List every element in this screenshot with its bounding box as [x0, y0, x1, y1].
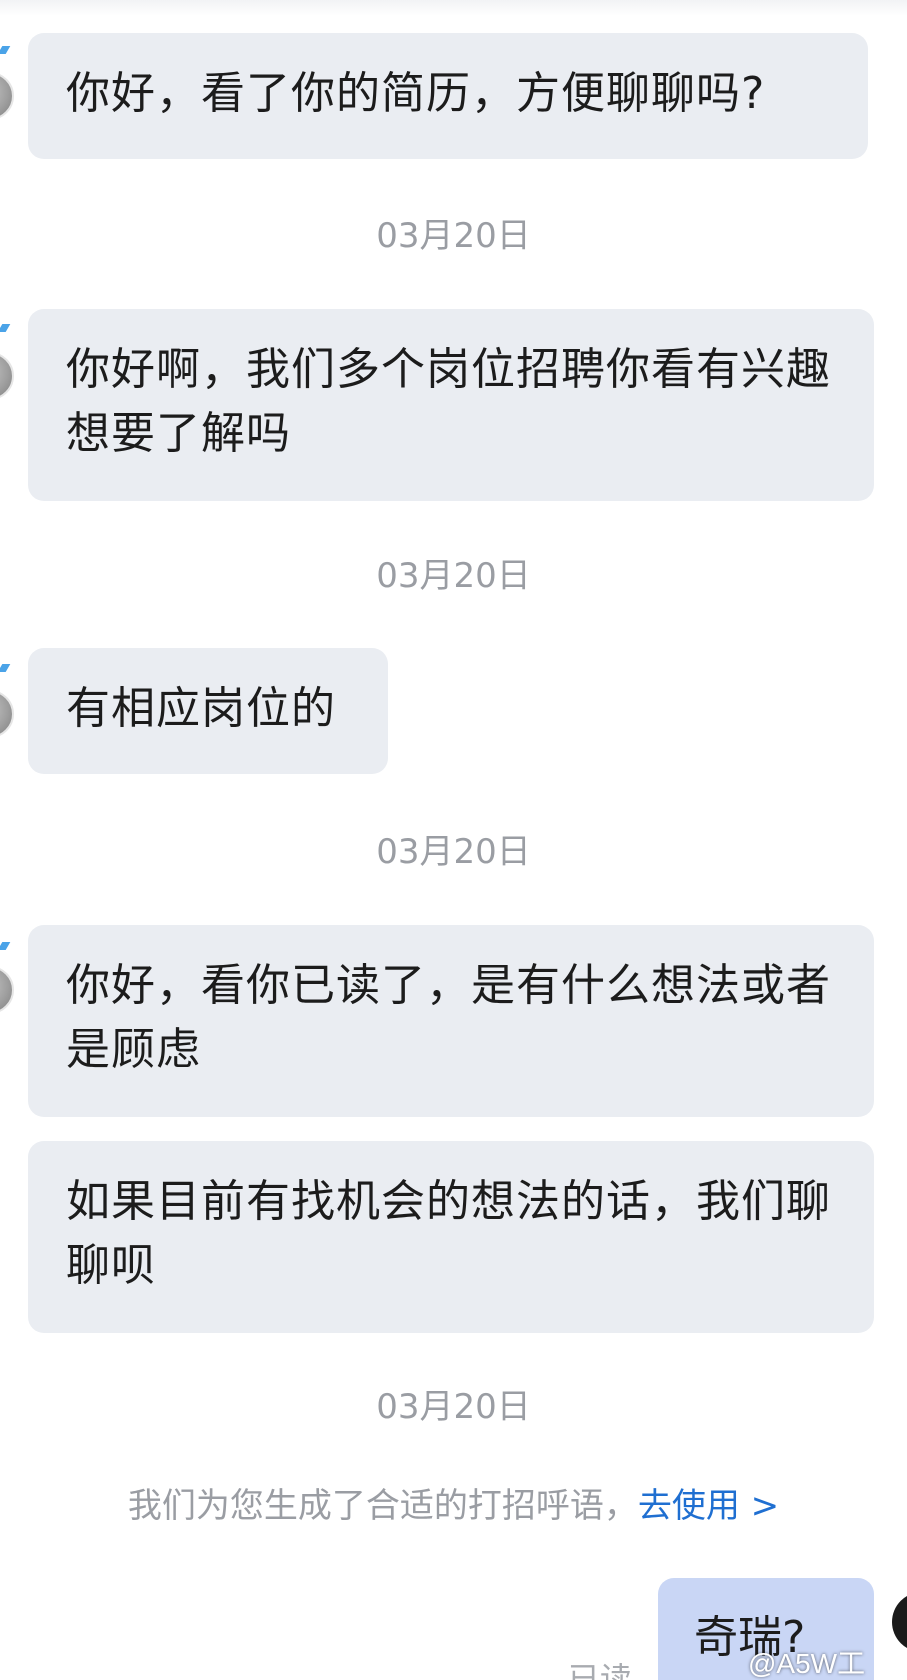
timestamp: 03月20日	[376, 1387, 531, 1427]
message-text: 有相应岗位的	[66, 683, 336, 734]
avatar-verified-icon	[0, 324, 11, 332]
timestamp: 03月20日	[376, 216, 531, 256]
use-suggestion-link[interactable]: 去使用 >	[638, 1486, 779, 1526]
chat-page: 你好，看了你的简历，方便聊聊吗? 03月20日 你好啊，我们多个岗位招聘你看有兴…	[0, 0, 907, 1680]
avatar-verified-icon	[0, 664, 11, 672]
top-bar-shadow	[0, 0, 907, 16]
recruiter-avatar[interactable]	[0, 72, 14, 120]
message-bubble[interactable]: 你好，看了你的简历，方便聊聊吗?	[28, 33, 868, 159]
message-bubble[interactable]: 如果目前有找机会的想法的话，我们聊聊呗	[28, 1141, 874, 1333]
message-text: 你好啊，我们多个岗位招聘你看有兴趣想要了解吗	[66, 344, 831, 459]
self-avatar[interactable]	[892, 1592, 907, 1652]
timestamp: 03月20日	[376, 832, 531, 872]
message-bubble[interactable]: 有相应岗位的	[28, 648, 388, 774]
message-text: 你好，看了你的简历，方便聊聊吗?	[66, 68, 766, 119]
greeting-suggestion: 我们为您生成了合适的打招呼语，去使用 >	[0, 1486, 907, 1526]
recruiter-avatar[interactable]	[0, 352, 14, 400]
message-bubble[interactable]: 你好，看你已读了，是有什么想法或者是顾虑	[28, 925, 874, 1117]
avatar-verified-icon	[0, 942, 11, 950]
watermark: @A5W工	[748, 1648, 866, 1679]
avatar-verified-icon	[0, 46, 11, 54]
read-status: 已读	[568, 1660, 633, 1680]
suggestion-text: 我们为您生成了合适的打招呼语，	[127, 1486, 638, 1526]
message-text: 如果目前有找机会的想法的话，我们聊聊呗	[66, 1176, 831, 1291]
message-bubble[interactable]: 你好啊，我们多个岗位招聘你看有兴趣想要了解吗	[28, 309, 874, 501]
timestamp: 03月20日	[376, 556, 531, 596]
recruiter-avatar[interactable]	[0, 966, 14, 1014]
message-text: 你好，看你已读了，是有什么想法或者是顾虑	[66, 960, 831, 1075]
recruiter-avatar[interactable]	[0, 690, 14, 738]
